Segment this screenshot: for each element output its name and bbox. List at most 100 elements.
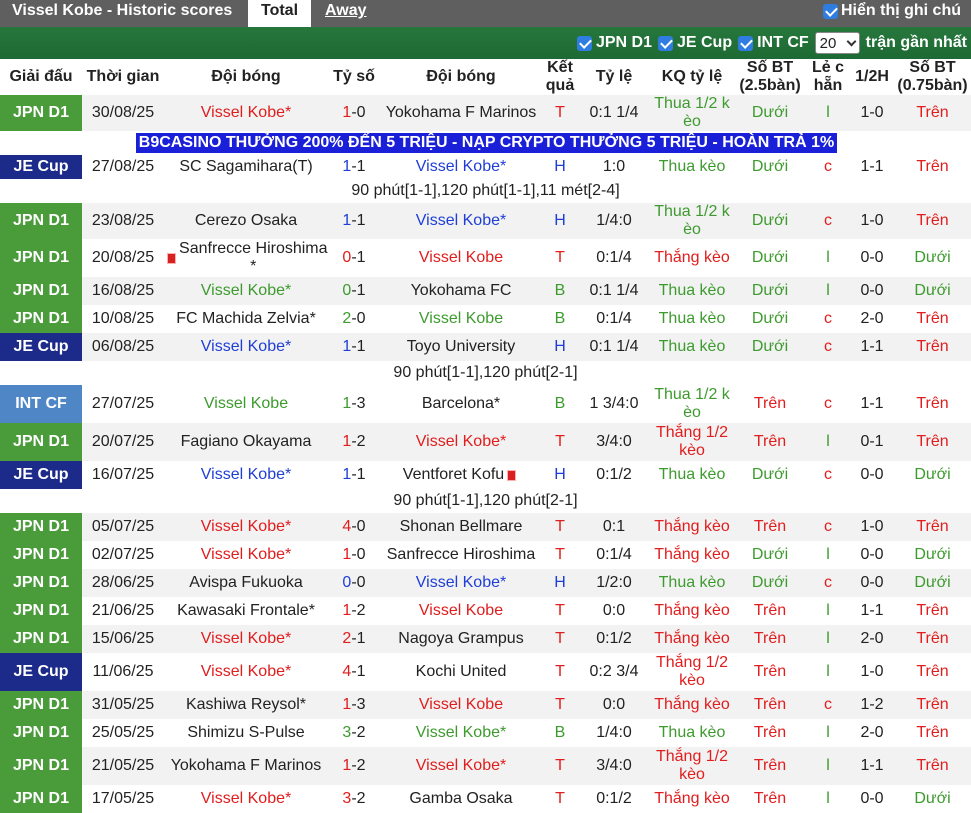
table-row[interactable]: JPN D1 20/08/25 Sanfrecce Hiroshima * 0-1 Vi… — [0, 239, 971, 277]
over-under-25: Trên — [734, 423, 806, 461]
home-team[interactable]: Vissel Kobe* — [164, 541, 328, 569]
filter-int-cf[interactable]: INT CF — [738, 34, 809, 52]
table-row[interactable]: JE Cup 06/08/25 Vissel Kobe* 1-1 Toyo Univer… — [0, 333, 971, 361]
table-row[interactable]: JPN D1 25/05/25 Shimizu S-Pulse 3-2 Vissel K… — [0, 719, 971, 747]
handicap-result: Thua kèo — [650, 277, 734, 305]
away-team[interactable]: Vissel Kobe* — [380, 203, 542, 239]
filter-jpn-d1-checkbox[interactable] — [576, 35, 592, 51]
home-team[interactable]: FC Machida Zelvia* — [164, 305, 328, 333]
table-row[interactable]: JPN D1 20/07/25 Fagiano Okayama 1-2 Vissel K… — [0, 423, 971, 461]
table-row[interactable]: INT CF 27/07/25 Vissel Kobe 1-3 Barcelona* B 1… — [0, 385, 971, 423]
over-under-075: Trên — [894, 305, 971, 333]
table-row[interactable]: JPN D1 17/05/25 Vissel Kobe* 3-2 Gamba Osaka… — [0, 785, 971, 813]
home-team[interactable]: Vissel Kobe* — [164, 461, 328, 489]
league-badge-text: JPN D1 — [12, 574, 70, 591]
table-row[interactable]: JE Cup 16/07/25 Vissel Kobe* 1-1 Ventforet K… — [0, 461, 971, 489]
away-team[interactable]: Kochi United — [380, 653, 542, 691]
home-team[interactable]: Kashiwa Reysol* — [164, 691, 328, 719]
match-result: T — [542, 541, 578, 569]
table-row[interactable]: JPN D1 05/07/25 Vissel Kobe* 4-0 Shonan Bell… — [0, 513, 971, 541]
away-team[interactable]: Vissel Kobe* — [380, 569, 542, 597]
match-date: 16/08/25 — [82, 277, 164, 305]
filter-je-cup[interactable]: JE Cup — [657, 34, 732, 52]
table-row[interactable]: JPN D1 30/08/25 Vissel Kobe* 1-0 Yokohama F … — [0, 95, 971, 131]
home-team[interactable]: Vissel Kobe* — [164, 513, 328, 541]
home-team[interactable]: Vissel Kobe — [164, 385, 328, 423]
table-row[interactable]: JPN D1 02/07/25 Vissel Kobe* 1-0 Sanfrecce H… — [0, 541, 971, 569]
over-under-075-text: Dưới — [914, 282, 951, 299]
away-team[interactable]: Vissel Kobe — [380, 597, 542, 625]
league-badge-text: JPN D1 — [12, 757, 70, 774]
score: 3-2 — [328, 719, 380, 747]
half-score: 1-0 — [850, 203, 894, 239]
away-team[interactable]: Sanfrecce Hiroshima — [380, 541, 542, 569]
away-team[interactable]: Shonan Bellmare — [380, 513, 542, 541]
table-row[interactable]: JPN D1 31/05/25 Kashiwa Reysol* 1-3 Vissel K… — [0, 691, 971, 719]
table-row[interactable]: JPN D1 10/08/25 FC Machida Zelvia* 2-0 Visse… — [0, 305, 971, 333]
tab-away[interactable]: Away — [325, 2, 367, 20]
over-under-25-text: Dưới — [751, 310, 789, 327]
home-team[interactable]: Cerezo Osaka — [164, 203, 328, 239]
over-under-075-text: Trên — [916, 663, 949, 680]
home-team[interactable]: Fagiano Okayama — [164, 423, 328, 461]
match-result: T — [542, 95, 578, 131]
home-team[interactable]: Yokohama F Marinos — [164, 747, 328, 785]
home-team[interactable]: Vissel Kobe* — [164, 333, 328, 361]
home-team[interactable]: Kawasaki Frontale* — [164, 597, 328, 625]
home-team[interactable]: Vissel Kobe* — [164, 653, 328, 691]
away-team[interactable]: Vissel Kobe — [380, 239, 542, 277]
away-team[interactable]: Barcelona* — [380, 385, 542, 423]
home-team[interactable]: Vissel Kobe* — [164, 95, 328, 131]
handicap-odds-text: 1/2:0 — [596, 574, 632, 591]
table-row[interactable]: JPN D1 23/08/25 Cerezo Osaka 1-1 Vissel Kobe… — [0, 203, 971, 239]
show-notes-checkbox[interactable] — [823, 3, 838, 19]
away-team[interactable]: Vissel Kobe* — [380, 719, 542, 747]
over-under-075: Trên — [894, 423, 971, 461]
table-row[interactable]: JPN D1 21/05/25 Yokohama F Marinos 1-2 Visse… — [0, 747, 971, 785]
table-row[interactable]: JE Cup 27/08/25 SC Sagamihara(T) 1-1 Vissel … — [0, 155, 971, 179]
table-row[interactable]: JPN D1 28/06/25 Avispa Fukuoka 0-0 Vissel Ko… — [0, 569, 971, 597]
away-team[interactable]: Yokohama F Marinos — [380, 95, 542, 131]
away-team[interactable]: Vissel Kobe — [380, 691, 542, 719]
home-team[interactable]: Shimizu S-Pulse — [164, 719, 328, 747]
away-team[interactable]: Vissel Kobe* — [380, 155, 542, 179]
away-team[interactable]: Yokohama FC — [380, 277, 542, 305]
handicap-result: Thắng 1/2 kèo — [650, 747, 734, 785]
show-notes-toggle[interactable]: Hiển thị ghi chú — [823, 2, 961, 20]
home-team[interactable]: Vissel Kobe* — [164, 785, 328, 813]
score-home: 1 — [342, 212, 352, 229]
home-team[interactable]: Vissel Kobe* — [164, 625, 328, 653]
away-team[interactable]: Toyo University — [380, 333, 542, 361]
handicap-odds: 1 3/4:0 — [578, 385, 650, 423]
away-team[interactable]: Vissel Kobe* — [380, 423, 542, 461]
handicap-result-text: Thua kèo — [658, 282, 726, 299]
table-row[interactable]: JE Cup 11/06/25 Vissel Kobe* 4-1 Kochi Unite… — [0, 653, 971, 691]
home-team[interactable]: SC Sagamihara(T) — [164, 155, 328, 179]
away-team[interactable]: Vissel Kobe* — [380, 747, 542, 785]
away-team[interactable]: Nagoya Grampus — [380, 625, 542, 653]
odd-even-text: c — [824, 212, 832, 229]
score-text: 0-1 — [342, 249, 365, 267]
table-row[interactable]: JPN D1 16/08/25 Vissel Kobe* 0-1 Yokohama FC… — [0, 277, 971, 305]
match-result: H — [542, 155, 578, 179]
home-team[interactable]: Sanfrecce Hiroshima * — [164, 239, 328, 277]
away-team-text: Vissel Kobe — [418, 602, 504, 619]
table-row[interactable]: JPN D1 15/06/25 Vissel Kobe* 2-1 Nagoya Gram… — [0, 625, 971, 653]
filter-je-cup-checkbox[interactable] — [657, 35, 673, 51]
away-team[interactable]: Gamba Osaka — [380, 785, 542, 813]
handicap-odds: 1:0 — [578, 155, 650, 179]
tab-total[interactable]: Total — [248, 0, 311, 27]
filter-jpn-d1[interactable]: JPN D1 — [576, 34, 652, 52]
home-team[interactable]: Avispa Fukuoka — [164, 569, 328, 597]
match-count-select[interactable]: 20 — [814, 32, 860, 54]
table-row[interactable]: JPN D1 21/06/25 Kawasaki Frontale* 1-2 Visse… — [0, 597, 971, 625]
promo-banner[interactable]: B9CASINO THƯỞNG 200% ĐẾN 5 TRIỆU - NẠP C… — [136, 133, 837, 153]
filter-int-cf-checkbox[interactable] — [738, 35, 754, 51]
away-team[interactable]: Ventforet Kofu — [380, 461, 542, 489]
league-badge-text: JE Cup — [13, 663, 69, 680]
home-team[interactable]: Vissel Kobe* — [164, 277, 328, 305]
odd-even-text: l — [826, 757, 830, 774]
half-score-text: 1-1 — [860, 395, 884, 412]
away-team[interactable]: Vissel Kobe — [380, 305, 542, 333]
away-team-text: Vissel Kobe* — [415, 212, 507, 229]
